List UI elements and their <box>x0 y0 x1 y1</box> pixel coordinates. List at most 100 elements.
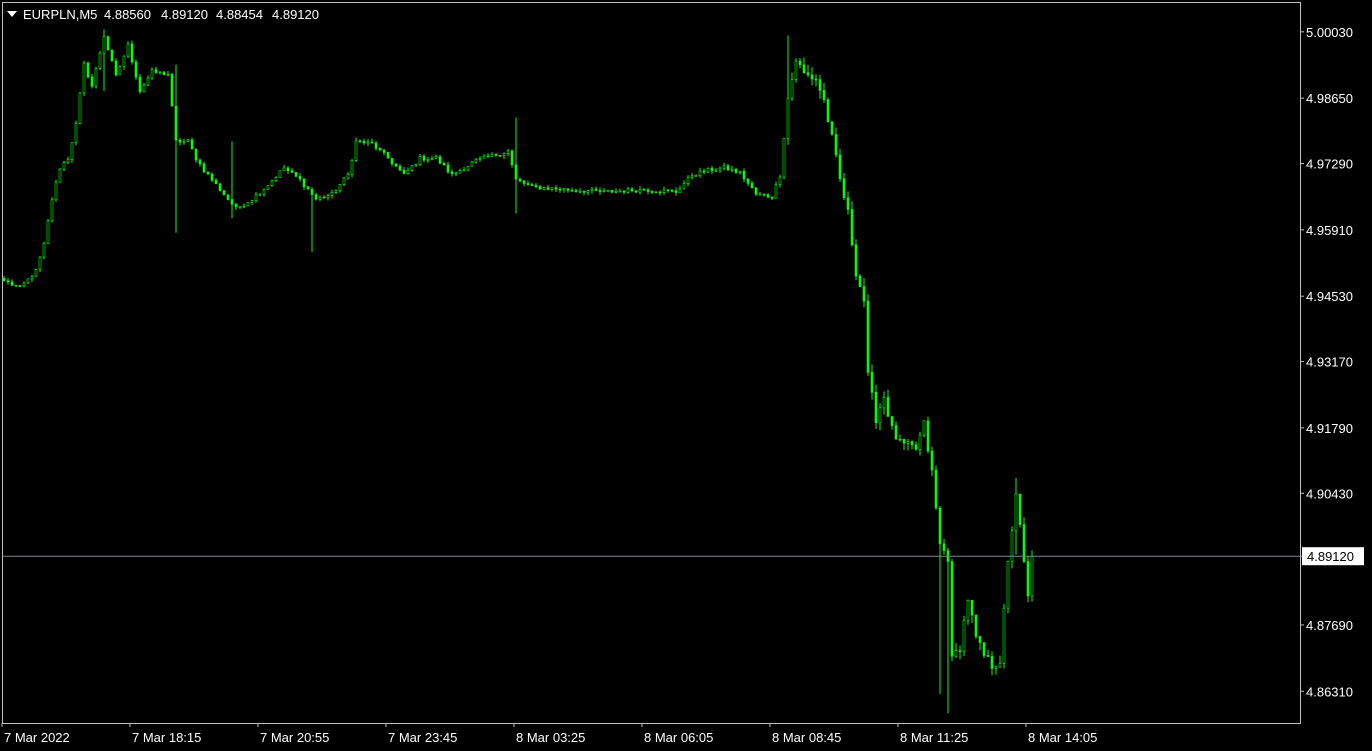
candle-body <box>730 168 734 171</box>
candle-body <box>974 614 978 637</box>
candle-body <box>138 76 142 93</box>
candle-body <box>94 68 98 87</box>
candle <box>86 61 90 79</box>
candle-body <box>658 191 662 194</box>
candle-body <box>714 169 718 172</box>
chart-background <box>0 0 1372 751</box>
candle <box>1030 550 1034 602</box>
candle <box>294 172 298 178</box>
candle-body <box>826 99 830 123</box>
candle-body <box>894 425 898 440</box>
candle-body <box>642 188 646 191</box>
candle-body <box>254 194 258 201</box>
time-tick-label: 7 Mar 20:55 <box>260 730 329 745</box>
candle-body <box>914 444 918 450</box>
candle-body <box>822 90 826 100</box>
candle-body <box>238 206 242 208</box>
candle-body <box>942 543 946 551</box>
candle <box>118 65 122 76</box>
candle-body <box>958 650 962 653</box>
header-high: 4.89120 <box>161 7 208 22</box>
candle-body <box>554 187 558 190</box>
candle-body <box>390 157 394 165</box>
candle-body <box>38 256 42 270</box>
candle-body <box>578 190 582 193</box>
candle-body <box>414 163 418 167</box>
current-price-label: 4.89120 <box>1307 549 1354 564</box>
candle <box>98 51 102 71</box>
candle-body <box>622 190 626 193</box>
candle-body <box>458 170 462 174</box>
candle-body <box>498 155 502 157</box>
candle-body <box>90 76 94 87</box>
candle <box>510 149 514 168</box>
header-close: 4.89120 <box>272 7 319 22</box>
candle-body <box>14 284 18 287</box>
candle-body <box>250 200 254 203</box>
candle <box>1006 560 1010 614</box>
candle <box>950 559 954 662</box>
candle-body <box>382 149 386 153</box>
candle-body <box>706 167 710 173</box>
candle-body <box>586 190 590 193</box>
candle-body <box>322 196 326 199</box>
candle-body <box>378 148 382 151</box>
time-tick-label: 7 Mar 2022 <box>4 730 70 745</box>
candle-body <box>406 170 410 174</box>
candle <box>170 72 174 107</box>
candle-body <box>918 434 922 450</box>
candle-body <box>718 167 722 171</box>
price-tick-label: 4.93170 <box>1306 355 1353 370</box>
candle-body <box>930 450 934 471</box>
candle-body <box>190 139 194 150</box>
candle-body <box>890 416 894 426</box>
candle-body <box>570 190 574 192</box>
candle-body <box>506 150 510 154</box>
candle-body <box>838 154 842 179</box>
candle-body <box>166 74 170 76</box>
price-chart[interactable]: 5.00030 4.98650 4.97290 4.95910 4.94530 4.931… <box>0 0 1372 751</box>
candle-body <box>886 397 890 417</box>
candle <box>114 58 118 77</box>
candle-body <box>158 71 162 74</box>
candle-body <box>522 180 526 184</box>
candle-body <box>290 170 294 173</box>
candle-body <box>982 642 986 656</box>
candle-body <box>274 177 278 182</box>
candle-body <box>702 170 706 173</box>
candle-body <box>510 150 514 166</box>
candle-body <box>474 158 478 163</box>
candle-body <box>966 599 970 621</box>
candle <box>934 465 938 510</box>
candle-body <box>194 148 198 161</box>
candle <box>782 137 786 180</box>
candle-body <box>122 55 126 67</box>
candle-body <box>486 155 490 158</box>
candle-body <box>962 620 966 652</box>
candle-body <box>606 190 610 192</box>
candle-body <box>786 97 790 139</box>
candle-body <box>710 167 714 172</box>
candle-body <box>854 244 858 277</box>
candle-body <box>326 195 330 198</box>
candle-body <box>78 92 82 124</box>
candle-body <box>574 190 578 192</box>
candle-body <box>846 197 850 210</box>
candle-body <box>994 666 998 669</box>
candle-body <box>618 190 622 193</box>
candle-body <box>878 407 882 424</box>
candle-body <box>542 187 546 190</box>
candle-body <box>630 188 634 192</box>
candle-body <box>778 176 782 186</box>
candle <box>162 71 166 76</box>
header-low: 4.88454 <box>216 7 263 22</box>
candle <box>94 66 98 89</box>
time-tick-label: 8 Mar 08:45 <box>772 730 841 745</box>
candle <box>82 60 86 97</box>
candle <box>922 420 926 438</box>
candle-body <box>334 190 338 193</box>
candle-body <box>626 188 630 193</box>
candle-body <box>546 187 550 190</box>
candle <box>854 239 858 281</box>
candle-body <box>350 160 354 175</box>
